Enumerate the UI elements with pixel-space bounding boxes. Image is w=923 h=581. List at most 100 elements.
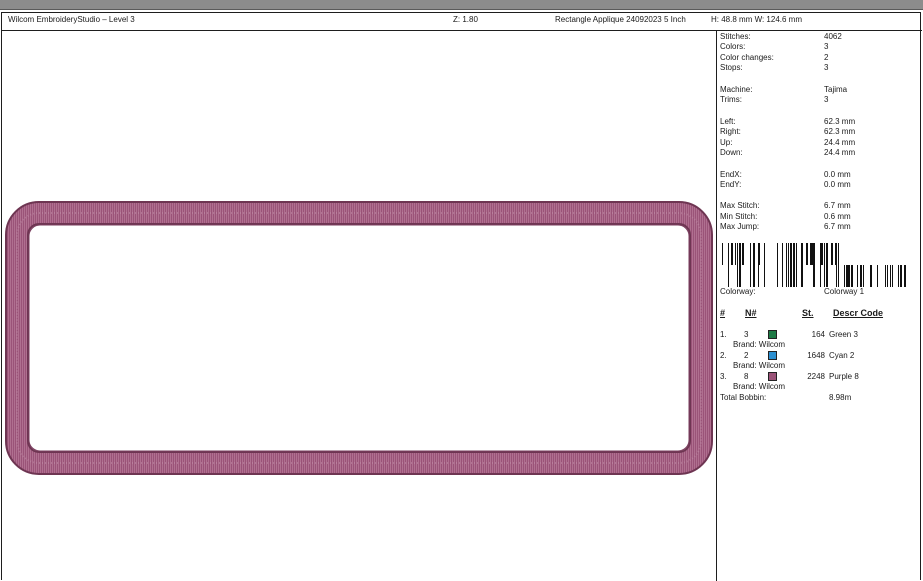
stat-label: Min Stitch: <box>720 212 758 221</box>
stat-value: 62.3 mm <box>824 117 856 126</box>
barcode <box>722 243 906 287</box>
barcode-bar <box>870 265 871 287</box>
barcode-bar <box>904 265 906 287</box>
stat-label: Colors: <box>720 42 746 51</box>
thread-color-swatch <box>768 330 777 339</box>
barcode-bar <box>758 243 759 287</box>
barcode-bar <box>807 243 808 265</box>
app-title: Wilcom EmbroideryStudio – Level 3 <box>8 15 135 24</box>
thread-color-swatch <box>768 372 777 381</box>
barcode-bar <box>836 243 837 287</box>
thread-stitch-count: 2248 <box>807 372 825 381</box>
barcode-bar <box>887 265 888 287</box>
barcode-bar <box>900 265 901 287</box>
stat-label: Left: <box>720 117 736 126</box>
stat-label: Max Stitch: <box>720 201 760 210</box>
stat-label: EndX: <box>720 170 742 179</box>
barcode-bar <box>857 265 858 287</box>
stat-label: Color changes: <box>720 53 774 62</box>
col-header-stitches: St. <box>802 308 814 318</box>
barcode-bar <box>849 265 850 287</box>
barcode-bar <box>728 243 729 287</box>
barcode-bar <box>877 265 878 287</box>
stat-value: 3 <box>824 42 829 51</box>
barcode-bar <box>796 243 797 287</box>
stat-label: Trims: <box>720 95 742 104</box>
thread-description: Green 3 <box>829 330 858 339</box>
barcode-bar <box>759 243 760 265</box>
barcode-bar <box>722 243 723 265</box>
thread-stitch-count: 164 <box>811 330 825 339</box>
barcode-bar <box>790 243 792 287</box>
window-top-bar <box>0 0 923 10</box>
col-header-descr-code: Descr Code <box>833 308 884 318</box>
thread-brand: Brand: Wilcom <box>733 340 786 349</box>
stat-value: 0.6 mm <box>824 212 851 221</box>
barcode-bar <box>860 265 862 287</box>
design-name: Rectangle Applique 24092023 5 Inch <box>555 15 686 24</box>
barcode-bar <box>735 243 736 265</box>
zoom-readout: Z: 1.80 <box>453 15 478 24</box>
stat-label: Stops: <box>720 63 743 72</box>
stat-value: 0.0 mm <box>824 170 851 179</box>
design-canvas <box>5 201 713 475</box>
barcode-bar <box>764 243 765 287</box>
barcode-bar <box>844 265 845 287</box>
barcode-bar <box>786 243 787 287</box>
barcode-bar <box>753 243 755 287</box>
barcode-bar <box>838 243 839 287</box>
barcode-bar <box>824 243 825 287</box>
colorway-label: Colorway: <box>720 287 756 296</box>
colorway-value: Colorway 1 <box>824 287 865 296</box>
barcode-bar <box>810 243 811 265</box>
stat-value: 4062 <box>824 32 842 41</box>
thread-description: Cyan 2 <box>829 351 855 360</box>
stat-value: 24.4 mm <box>824 148 856 157</box>
barcode-bar <box>901 265 902 287</box>
thread-stitch-count: 1648 <box>807 351 825 360</box>
barcode-bar <box>777 243 778 287</box>
barcode-bar <box>801 243 802 287</box>
thread-needle: 2 <box>744 351 749 360</box>
barcode-bar <box>811 243 813 265</box>
total-bobbin-value: 8.98m <box>829 393 852 402</box>
barcode-bar <box>898 265 899 287</box>
panel-divider <box>716 31 717 581</box>
barcode-bar <box>737 243 738 287</box>
thread-needle: 3 <box>744 330 749 339</box>
barcode-bar <box>742 243 744 265</box>
applique-rectangle-outline <box>5 201 713 475</box>
thread-row-index: 2. <box>720 351 727 360</box>
stat-value: 6.7 mm <box>824 222 851 231</box>
stat-value: 6.7 mm <box>824 201 851 210</box>
stat-value: 3 <box>824 95 829 104</box>
thread-row-index: 3. <box>720 372 727 381</box>
barcode-bar <box>890 265 891 287</box>
barcode-bar <box>802 243 803 287</box>
barcode-bar <box>793 243 795 287</box>
stat-label: Up: <box>720 138 733 147</box>
barcode-bar <box>821 243 823 265</box>
thread-description: Purple 8 <box>829 372 859 381</box>
barcode-bar <box>731 243 732 265</box>
barcode-bar <box>851 265 853 287</box>
barcode-bar <box>885 265 886 287</box>
barcode-bar <box>782 243 783 287</box>
barcode-bar <box>863 265 864 287</box>
stat-label: Machine: <box>720 85 753 94</box>
barcode-bar <box>739 243 741 287</box>
thread-row-index: 1. <box>720 330 727 339</box>
barcode-bar <box>806 243 807 265</box>
design-dimensions: H: 48.8 mm W: 124.6 mm <box>711 15 802 24</box>
barcode-bar <box>820 243 821 287</box>
thread-color-swatch <box>768 351 777 360</box>
thread-brand: Brand: Wilcom <box>733 382 786 391</box>
stat-value: 0.0 mm <box>824 180 851 189</box>
stat-value: 24.4 mm <box>824 138 856 147</box>
barcode-bar <box>732 243 733 265</box>
stat-value: 62.3 mm <box>824 127 856 136</box>
col-header-number: # <box>720 308 726 318</box>
stat-label: Max Jump: <box>720 222 760 231</box>
barcode-bar <box>835 243 836 265</box>
stat-value: 3 <box>824 63 829 72</box>
